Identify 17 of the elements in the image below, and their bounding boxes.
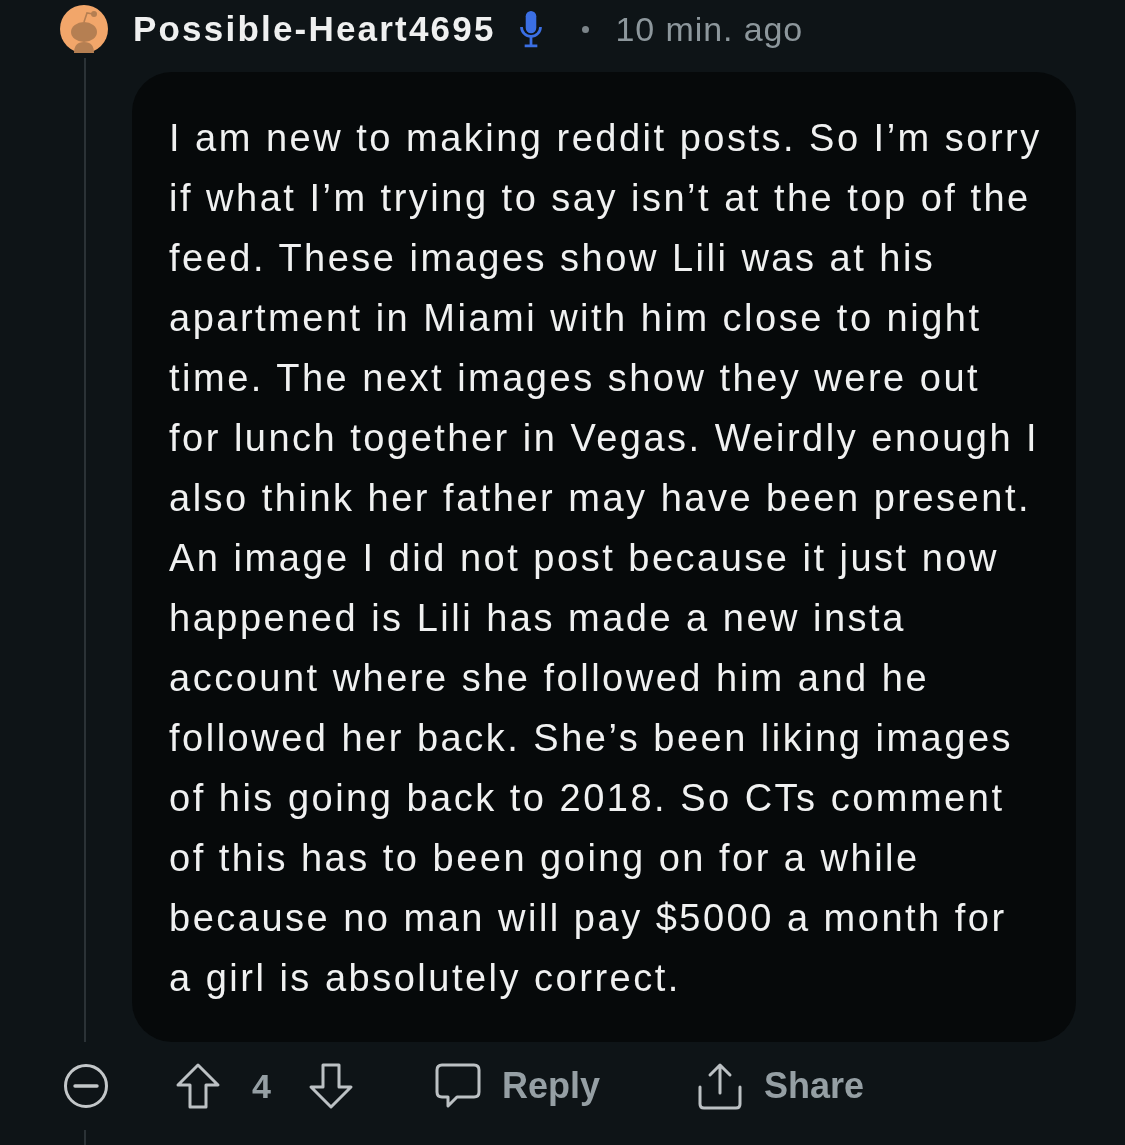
comment-text: I am new to making reddit posts. So I’m sorry if what I’m trying to say isn’t at the top of the feed. These images show Lili was at his apartment in Miami with him close to night time. The next images show they were out for lunch together in Vegas. Weirdly enough I also think her father may have been present. An image I did not post because it just now happened is Lili has made a new insta account where she followed him and he followed her back. She’s been liking images of his going back to 2018. So CTs comment of this has to been going on for a while because no man will pay $5000 a month for a girl is absolutely correct.: [169, 116, 1043, 1001]
downvote-button[interactable]: [308, 1062, 354, 1110]
timestamp: 10 min. ago: [615, 9, 804, 49]
separator-dot-icon: [581, 25, 589, 33]
avatar-icon[interactable]: [60, 5, 108, 53]
microphone-icon: [517, 10, 544, 48]
reply-button[interactable]: Reply: [434, 1062, 601, 1110]
down-arrow-icon: [308, 1062, 354, 1110]
up-arrow-icon: [175, 1062, 221, 1110]
vote-count: 4: [252, 1066, 272, 1106]
share-button[interactable]: Share: [696, 1062, 865, 1110]
username-link[interactable]: Possible-Heart4695: [133, 9, 496, 49]
share-icon: [696, 1062, 745, 1110]
upvote-button[interactable]: [175, 1062, 221, 1110]
speech-bubble-icon: [434, 1062, 482, 1110]
minus-circle-icon: [63, 1063, 109, 1109]
collapse-button[interactable]: [63, 1063, 109, 1109]
